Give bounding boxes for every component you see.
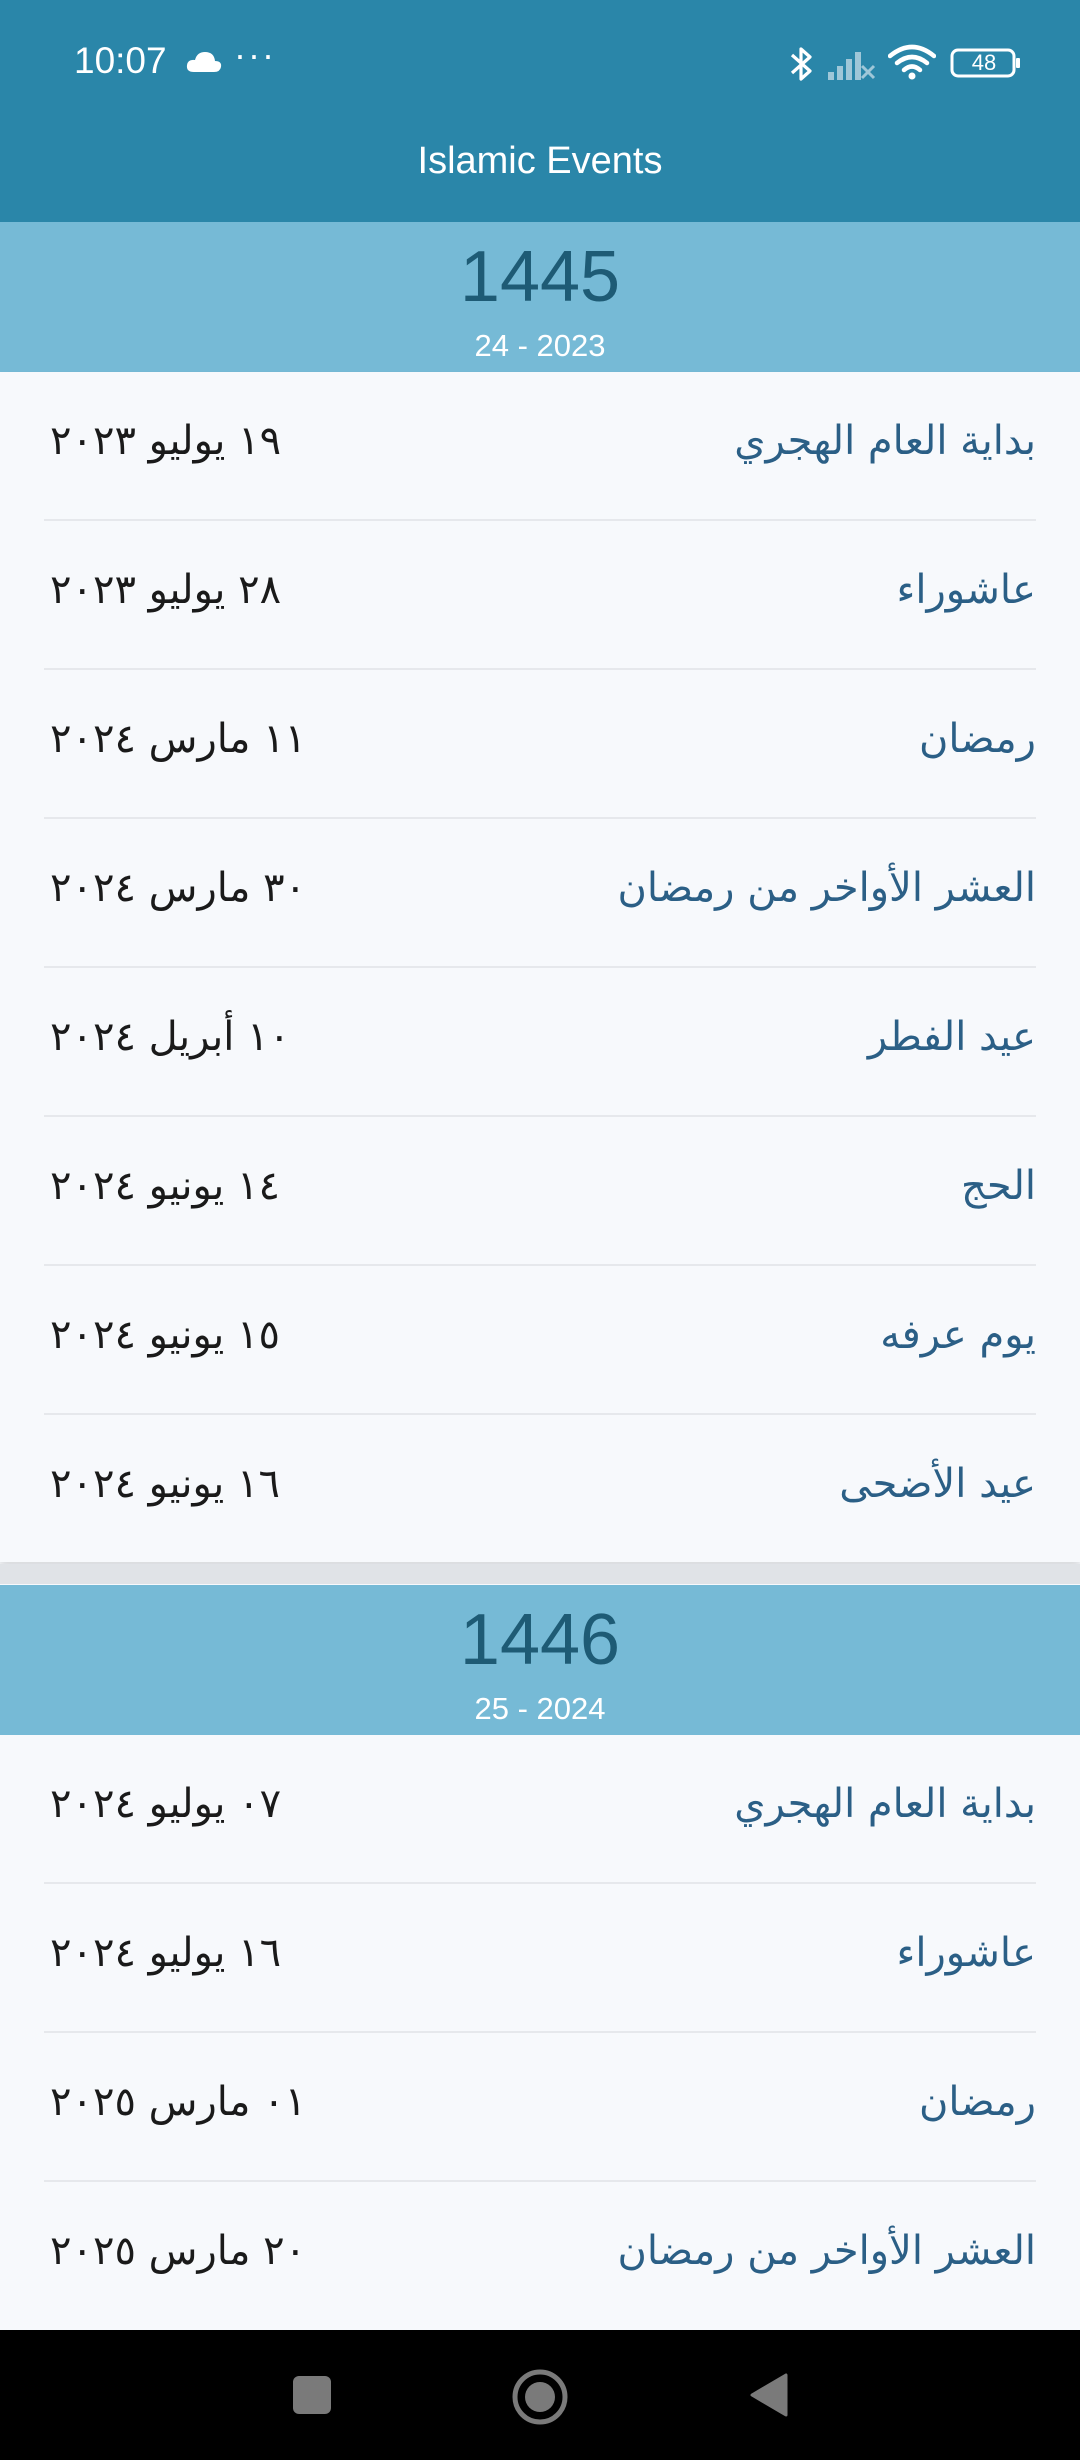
list-item[interactable]: العشر الأواخر من رمضان ٣٠ مارس ٢٠٢٤ xyxy=(44,819,1036,968)
home-icon[interactable] xyxy=(508,2365,572,2429)
gregorian-range: 25 - 2024 xyxy=(474,1691,606,1726)
list-item[interactable]: العشر الأواخر من رمضان ٢٠ مارس ٢٠٢٥ xyxy=(44,2182,1036,2331)
event-date: ١٦ يوليو ٢٠٢٤ xyxy=(50,1930,282,1976)
hijri-year: 1446 xyxy=(459,1600,621,1680)
recents-icon[interactable] xyxy=(282,2365,342,2425)
wifi-icon xyxy=(888,44,936,80)
event-date: ٠٧ يوليو ٢٠٢٤ xyxy=(50,1781,282,1827)
event-name: رمضان xyxy=(919,716,1036,762)
app-bar: 10:07 ··· 48 Islamic Events xyxy=(0,0,1080,222)
battery-level: 48 xyxy=(971,50,997,75)
signal-icon xyxy=(828,52,876,80)
event-name: عيد الفطر xyxy=(867,1014,1036,1060)
year-header: 1446 25 - 2024 xyxy=(0,1585,1080,1735)
hijri-year: 1445 xyxy=(459,237,621,317)
event-date: ١٥ يونيو ٢٠٢٤ xyxy=(50,1312,280,1358)
list-item[interactable]: عيد الأضحى ١٦ يونيو ٢٠٢٤ xyxy=(44,1415,1036,1564)
event-name: العشر الأواخر من رمضان xyxy=(617,865,1036,911)
list-item[interactable]: عاشوراء ٢٨ يوليو ٢٠٢٣ xyxy=(44,521,1036,670)
events-list: بداية العام الهجري ١٩ يوليو ٢٠٢٣ عاشوراء… xyxy=(0,372,1080,1562)
event-date: ١٦ يونيو ٢٠٢٤ xyxy=(50,1461,280,1507)
list-item[interactable]: يوم عرفه ١٥ يونيو ٢٠٢٤ xyxy=(44,1266,1036,1415)
event-name: عيد الأضحى xyxy=(839,1461,1036,1507)
event-name: بداية العام الهجري xyxy=(734,1781,1036,1827)
event-date: ١٤ يونيو ٢٠٢٤ xyxy=(50,1163,280,1209)
list-item[interactable]: بداية العام الهجري ١٩ يوليو ٢٠٢٣ xyxy=(44,372,1036,521)
status-bar: 10:07 ··· 48 xyxy=(0,0,1080,128)
gregorian-range: 24 - 2023 xyxy=(474,328,606,363)
event-date: ١١ مارس ٢٠٢٤ xyxy=(50,716,307,762)
event-name: يوم عرفه xyxy=(880,1312,1036,1358)
page-title: Islamic Events xyxy=(417,140,663,182)
event-date: ٢٨ يوليو ٢٠٢٣ xyxy=(50,567,282,613)
list-item[interactable]: الحج ١٤ يونيو ٢٠٢٤ xyxy=(44,1117,1036,1266)
navigation-bar xyxy=(0,2330,1080,2460)
section-divider xyxy=(0,1564,1080,1584)
list-item[interactable]: بداية العام الهجري ٠٧ يوليو ٢٠٢٤ xyxy=(44,1735,1036,1884)
event-name: عاشوراء xyxy=(896,567,1036,613)
event-date: ١٩ يوليو ٢٠٢٣ xyxy=(50,418,282,464)
cloud-icon xyxy=(186,52,222,72)
event-date: ١٠ أبريل ٢٠٢٤ xyxy=(50,1014,291,1060)
event-name: بداية العام الهجري xyxy=(734,418,1036,464)
event-date: ٣٠ مارس ٢٠٢٤ xyxy=(50,865,307,911)
more-dots-icon: ··· xyxy=(234,34,276,75)
list-item[interactable]: عيد الفطر ١٠ أبريل ٢٠٢٤ xyxy=(44,968,1036,1117)
bluetooth-icon xyxy=(790,47,812,81)
event-name: رمضان xyxy=(919,2079,1036,2125)
event-name: الحج xyxy=(961,1163,1036,1209)
back-icon[interactable] xyxy=(740,2365,800,2425)
event-date: ٠١ مارس ٢٠٢٥ xyxy=(50,2079,307,2125)
list-item[interactable]: رمضان ٠١ مارس ٢٠٢٥ xyxy=(44,2033,1036,2182)
list-item[interactable]: عاشوراء ١٦ يوليو ٢٠٢٤ xyxy=(44,1884,1036,2033)
event-name: عاشوراء xyxy=(896,1930,1036,1976)
event-name: العشر الأواخر من رمضان xyxy=(617,2228,1036,2274)
list-item[interactable]: رمضان ١١ مارس ٢٠٢٤ xyxy=(44,670,1036,819)
events-list: بداية العام الهجري ٠٧ يوليو ٢٠٢٤ عاشوراء… xyxy=(0,1735,1080,2330)
event-date: ٢٠ مارس ٢٠٢٥ xyxy=(50,2228,307,2274)
status-time: 10:07 xyxy=(74,40,167,81)
year-header: 1445 24 - 2023 xyxy=(0,222,1080,372)
